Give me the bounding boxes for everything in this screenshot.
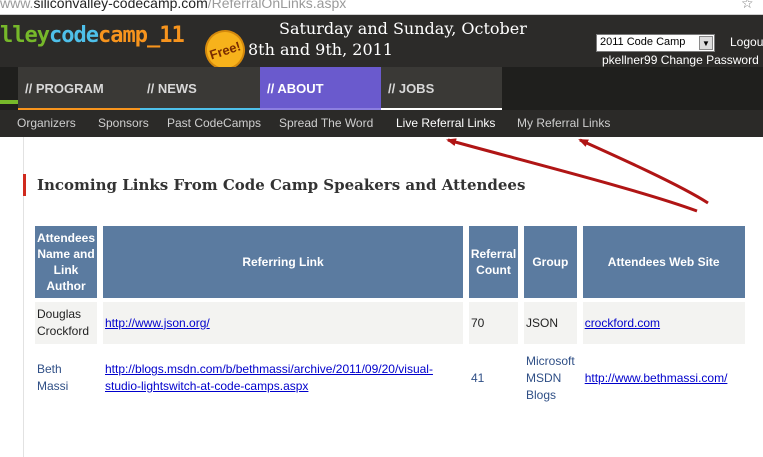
tab-program[interactable]: // PROGRAM (18, 67, 140, 112)
user-info: pkellner99 Change Password (602, 53, 759, 67)
logout-link[interactable]: Logou (730, 35, 763, 49)
web-site-cell: http://www.bethmassi.com/ (582, 348, 745, 408)
referral-count: 41 (469, 348, 518, 408)
code-camp-year-select[interactable]: 2011 Code Camp ▼ (596, 34, 715, 52)
url-path: /ReferralOnLinks.aspx (207, 0, 347, 11)
logo-part-1: lley (0, 23, 50, 48)
attendee-name: Douglas Crockford (35, 302, 97, 344)
col-header-web-site: Attendees Web Site (582, 226, 745, 298)
attendee-name: Beth Massi (35, 348, 97, 408)
url-text[interactable]: www.siliconvalley-codecamp.com/ReferralO… (0, 0, 346, 11)
sub-nav: Organizers Sponsors Past CodeCamps Sprea… (0, 110, 763, 137)
event-dates-line-2: 8th and 9th, 2011 (248, 40, 393, 59)
logo-part-2: code (48, 23, 99, 48)
url-host: siliconvalley-codecamp.com (33, 0, 208, 11)
web-site-link[interactable]: crockford.com (585, 316, 660, 330)
subnav-sponsors[interactable]: Sponsors (98, 116, 149, 130)
year-select-value: 2011 Code Camp (600, 36, 686, 48)
site-logo[interactable]: lleycodecamp_11 (0, 23, 185, 48)
subnav-spread-the-word[interactable]: Spread The Word (279, 116, 373, 130)
username: pkellner99 (602, 53, 658, 67)
address-bar[interactable]: www.siliconvalley-codecamp.com/ReferralO… (0, 0, 763, 15)
tab-about-label: // ABOUT (267, 81, 324, 96)
table-row: Beth Massi http://blogs.msdn.com/b/bethm… (35, 348, 745, 408)
table-row: Douglas Crockford http://www.json.org/ 7… (35, 302, 745, 344)
col-header-group: Group (524, 226, 577, 298)
subnav-my-referral-links[interactable]: My Referral Links (517, 116, 610, 130)
referral-links-table: Attendees Name and Link Author Referring… (29, 222, 751, 412)
logo-part-3: camp_11 (97, 23, 185, 48)
referring-link-cell: http://www.json.org/ (103, 302, 463, 344)
col-header-attendee: Attendees Name and Link Author (35, 226, 97, 298)
bookmark-star-icon[interactable]: ☆ (741, 0, 754, 12)
subnav-live-referral-links[interactable]: Live Referral Links (396, 116, 495, 130)
tab-jobs-label: // JOBS (388, 81, 435, 96)
chevron-down-icon[interactable]: ▼ (699, 36, 713, 50)
subnav-past-codecamps[interactable]: Past CodeCamps (167, 116, 261, 130)
nav-left-accent (0, 100, 18, 104)
arrow-to-my-referral-links (578, 138, 709, 205)
tab-program-label: // PROGRAM (25, 81, 104, 96)
tab-news-label: // NEWS (147, 81, 197, 96)
referral-count: 70 (469, 302, 518, 344)
referring-link[interactable]: http://www.json.org/ (105, 316, 210, 330)
table-header-row: Attendees Name and Link Author Referring… (35, 226, 745, 298)
tab-jobs[interactable]: // JOBS (381, 67, 502, 112)
event-dates: Saturday and Sunday, October 8th and 9th… (248, 18, 548, 60)
subnav-organizers[interactable]: Organizers (17, 116, 76, 130)
url-prefix: www. (0, 0, 34, 11)
referring-link[interactable]: http://blogs.msdn.com/b/bethmassi/archiv… (105, 362, 433, 393)
event-dates-line-1: Saturday and Sunday, October (279, 19, 527, 38)
heading-accent (23, 174, 26, 196)
change-password-link[interactable]: Change Password (661, 53, 759, 67)
col-header-referral-count: Referral Count (469, 226, 518, 298)
tab-news[interactable]: // NEWS (140, 67, 260, 112)
page-title: Incoming Links From Code Camp Speakers a… (37, 176, 526, 194)
free-badge: Free! (199, 24, 251, 67)
main-nav: // PROGRAM // NEWS // ABOUT // JOBS (0, 67, 763, 112)
web-site-link[interactable]: http://www.bethmassi.com/ (585, 371, 728, 385)
referring-link-cell: http://blogs.msdn.com/b/bethmassi/archiv… (103, 348, 463, 408)
group-name: JSON (524, 302, 577, 344)
web-site-cell: crockford.com (582, 302, 745, 344)
site-header: lleycodecamp_11 Free! Saturday and Sunda… (0, 15, 763, 67)
group-name: Microsoft MSDN Blogs (524, 348, 577, 408)
col-header-referring-link: Referring Link (103, 226, 463, 298)
tab-about[interactable]: // ABOUT (260, 67, 381, 112)
